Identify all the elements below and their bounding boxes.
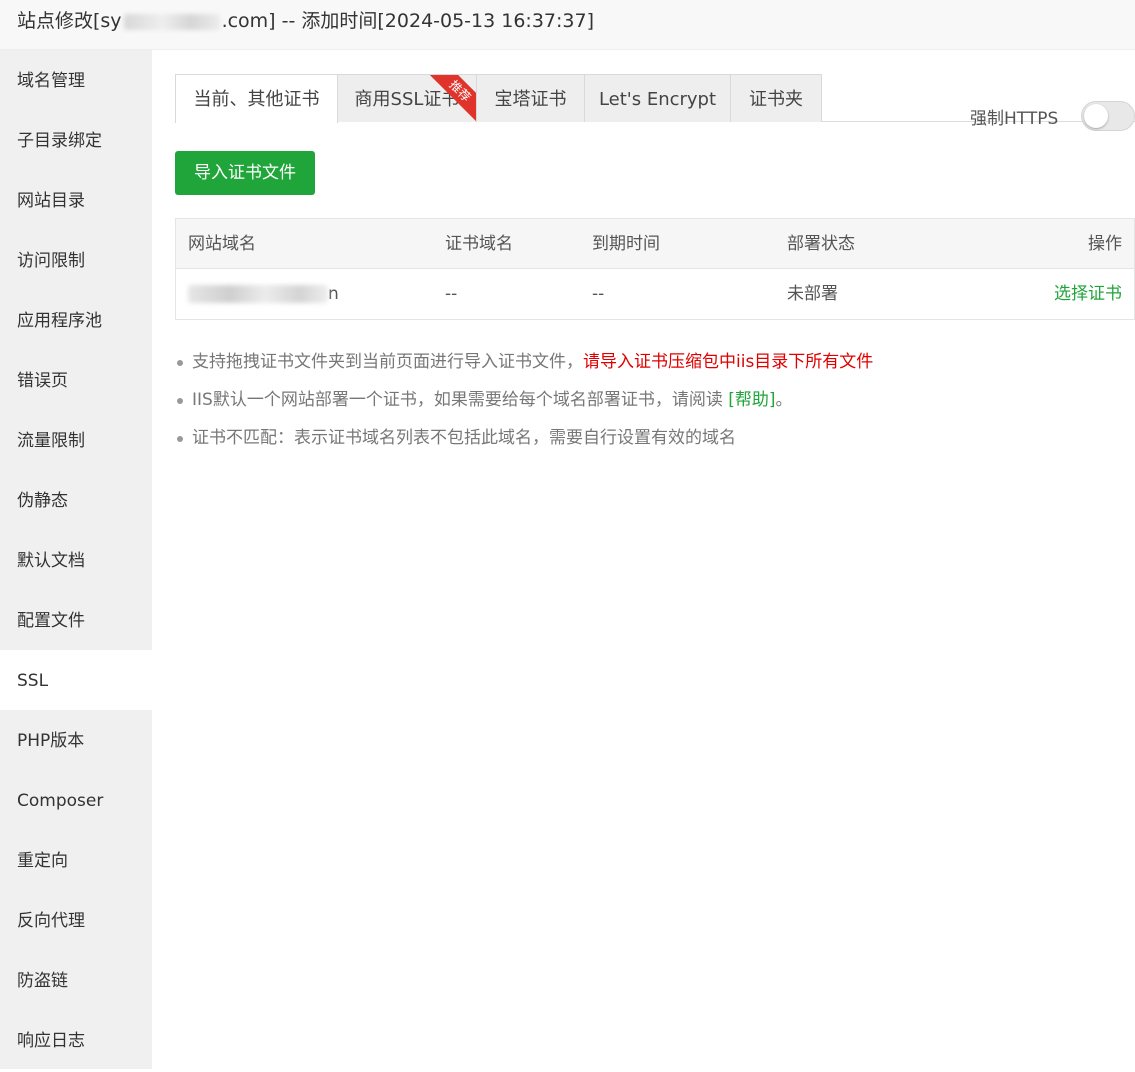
redacted-domain: [123, 13, 220, 30]
toggle-knob: [1084, 104, 1108, 128]
tab-baota-certificate[interactable]: 宝塔证书: [476, 74, 585, 122]
sidebar: 域名管理 子目录绑定 网站目录 访问限制 应用程序池 错误页 流量限制 伪静态 …: [0, 50, 152, 1069]
bullet-icon: [177, 398, 183, 404]
sidebar-item-default-document[interactable]: 默认文档: [0, 530, 152, 590]
sidebar-item-redirect[interactable]: 重定向: [0, 830, 152, 890]
window-title-prefix: 站点修改[sy: [17, 10, 122, 32]
force-https-label: 强制HTTPS: [970, 109, 1059, 129]
sidebar-item-php-version[interactable]: PHP版本: [0, 710, 152, 770]
sidebar-item-composer[interactable]: Composer: [0, 770, 152, 830]
note-cert-mismatch-text: 证书不匹配：表示证书域名列表不包括此域名，需要自行设置有效的域名: [192, 428, 736, 448]
window-title-suffix: .com] -- 添加时间[2024-05-13 16:37:37]: [221, 10, 595, 32]
sidebar-item-config-file[interactable]: 配置文件: [0, 590, 152, 650]
note-iis-one-cert-end: 。: [775, 390, 793, 410]
tab-certificate-folder[interactable]: 证书夹: [730, 74, 822, 122]
expire-time-cell: --: [592, 284, 605, 304]
select-certificate-link[interactable]: 选择证书: [1054, 269, 1122, 319]
deploy-status-cell: 未部署: [787, 284, 838, 304]
sidebar-item-domain-management[interactable]: 域名管理: [0, 50, 152, 110]
sidebar-item-app-pool[interactable]: 应用程序池: [0, 290, 152, 350]
sidebar-item-hotlink-protection[interactable]: 防盗链: [0, 950, 152, 1010]
note-iis-one-cert: IIS默认一个网站部署一个证书，如果需要给每个域名部署证书，请阅读 [帮助]。: [175, 381, 1135, 419]
bullet-icon: [177, 360, 183, 366]
tab-lets-encrypt[interactable]: Let's Encrypt: [584, 74, 731, 122]
site-domain-tail: n: [328, 284, 339, 304]
import-certificate-button[interactable]: 导入证书文件: [175, 151, 315, 195]
table-row: n -- -- 未部署 选择证书: [176, 269, 1134, 319]
cert-domain-cell: --: [445, 284, 458, 304]
header-deploy-status: 部署状态: [787, 234, 855, 254]
tab-commercial-ssl[interactable]: 商用SSL证书 推荐: [337, 74, 477, 122]
help-notes: 支持拖拽证书文件夹到当前页面进行导入证书文件，请导入证书压缩包中iis目录下所有…: [175, 343, 1135, 457]
sidebar-item-reverse-proxy[interactable]: 反向代理: [0, 890, 152, 950]
header-operation: 操作: [1088, 234, 1122, 254]
note-drag-import-text: 支持拖拽证书文件夹到当前页面进行导入证书文件，: [192, 352, 583, 372]
sidebar-item-rewrite[interactable]: 伪静态: [0, 470, 152, 530]
window-title: 站点修改[sy .com] -- 添加时间[2024-05-13 16:37:37…: [0, 0, 1135, 50]
tab-commercial-ssl-label: 商用SSL证书: [354, 89, 460, 110]
note-drag-import: 支持拖拽证书文件夹到当前页面进行导入证书文件，请导入证书压缩包中iis目录下所有…: [175, 343, 1135, 381]
site-domain-cell: n: [188, 269, 339, 319]
tab-current-certificates[interactable]: 当前、其他证书: [175, 74, 338, 123]
header-site-domain: 网站域名: [188, 234, 256, 254]
redacted-site-domain: [188, 285, 328, 303]
note-cert-mismatch: 证书不匹配：表示证书域名列表不包括此域名，需要自行设置有效的域名: [175, 419, 1135, 457]
sidebar-item-site-directory[interactable]: 网站目录: [0, 170, 152, 230]
sidebar-item-subdirectory-binding[interactable]: 子目录绑定: [0, 110, 152, 170]
ssl-panel: 当前、其他证书 商用SSL证书 推荐 宝塔证书 Let's Encrypt 证书…: [175, 50, 1135, 1069]
ssl-tabs: 当前、其他证书 商用SSL证书 推荐 宝塔证书 Let's Encrypt 证书…: [175, 74, 1135, 131]
sidebar-item-ssl[interactable]: SSL: [0, 650, 152, 710]
note-drag-import-warning: 请导入证书压缩包中iis目录下所有文件: [583, 352, 874, 372]
sidebar-item-response-log[interactable]: 响应日志: [0, 1010, 152, 1070]
note-iis-one-cert-text: IIS默认一个网站部署一个证书，如果需要给每个域名部署证书，请阅读: [192, 390, 729, 410]
table-header: 网站域名 证书域名 到期时间 部署状态 操作: [176, 219, 1134, 269]
header-expire-time: 到期时间: [592, 234, 660, 254]
header-cert-domain: 证书域名: [445, 234, 513, 254]
sidebar-item-error-page[interactable]: 错误页: [0, 350, 152, 410]
bullet-icon: [177, 436, 183, 442]
sidebar-item-access-restriction[interactable]: 访问限制: [0, 230, 152, 290]
certificate-table: 网站域名 证书域名 到期时间 部署状态 操作 n -- -- 未部署 选择证书: [175, 218, 1135, 320]
help-link[interactable]: [帮助]: [728, 390, 775, 410]
sidebar-item-traffic-limit[interactable]: 流量限制: [0, 410, 152, 470]
force-https-toggle[interactable]: [1081, 101, 1135, 131]
